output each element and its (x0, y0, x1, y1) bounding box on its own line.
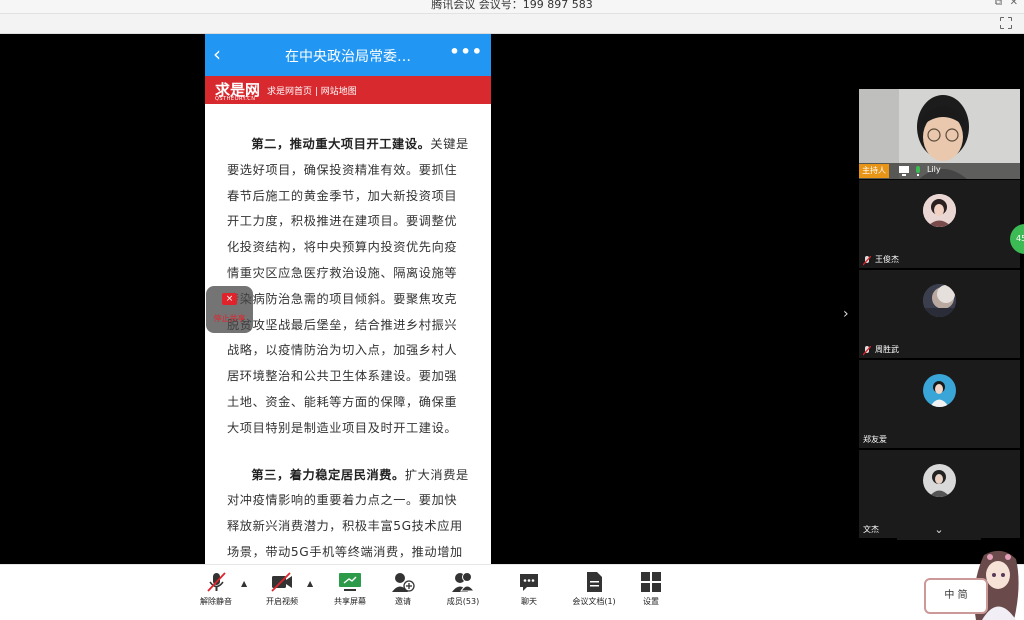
expand-panel-icon[interactable]: › (843, 306, 849, 322)
article-body: 第二，推动重大项目开工建设。关键是要选好项目，确保投资精准有效。要抓住春节后施工… (205, 104, 491, 564)
screen-share-icon (899, 166, 909, 176)
avatar (923, 284, 956, 317)
host-video-tile[interactable]: 主持人 Lily (859, 89, 1020, 179)
settings-label: 设置 (643, 597, 659, 606)
members-button[interactable]: 成员(53) (433, 571, 493, 607)
back-icon[interactable]: ‹ (213, 42, 221, 66)
paragraph-text: 关键是要选好项目，确保投资精准有效。要抓住春节后施工的黄金季节，加大新投资项目开… (227, 137, 469, 435)
site-banner: 求是网 QSTHEORY.CN 求是网首页 | 网站地图 (205, 76, 491, 104)
participant-tile[interactable]: 周胜武 (859, 270, 1020, 358)
start-video-button[interactable]: 开启视频 (252, 571, 312, 607)
mic-muted-icon (863, 346, 871, 356)
chat-icon (520, 574, 538, 591)
share-screen-label: 共享屏幕 (334, 597, 366, 606)
invite-label: 邀请 (395, 597, 411, 606)
members-icon (452, 572, 475, 592)
invite-icon (392, 573, 415, 592)
audio-options-icon[interactable]: ▲ (241, 579, 247, 588)
participant-name: 文杰 (863, 525, 879, 534)
article-paragraph: 第三，着力稳定居民消费。扩大消费是对冲疫情影响的重要着力点之一。要加快释放新兴消… (227, 463, 469, 564)
site-links[interactable]: 求是网首页 | 网站地图 (267, 84, 357, 97)
paragraph-heading: 第三，着力稳定居民消费。 (251, 467, 405, 482)
avatar (923, 194, 956, 227)
window-titlebar: 腾讯会议 会议号：199 897 583 ⧉ ✕ (0, 0, 1024, 14)
host-label-bar: 主持人 Lily (859, 163, 1020, 179)
fullscreen-icon[interactable] (999, 16, 1013, 30)
unmute-button[interactable]: 解除静音 (186, 571, 246, 607)
article-paragraph: 第二，推动重大项目开工建设。关键是要选好项目，确保投资精准有效。要抓住春节后施工… (227, 132, 469, 442)
share-screen-button[interactable]: 共享屏幕 (320, 571, 380, 607)
start-video-label: 开启视频 (266, 597, 298, 606)
settings-icon (641, 572, 661, 592)
mic-icon (916, 166, 920, 176)
participant-name: 周胜武 (875, 345, 899, 354)
members-label: 成员(53) (446, 597, 480, 606)
stop-share-button[interactable]: × 停止共享 (206, 286, 253, 333)
share-screen-icon (339, 573, 361, 591)
mic-muted-icon (863, 256, 871, 266)
participant-name: 王俊杰 (875, 255, 899, 264)
language-switch[interactable]: 中 简 (924, 578, 988, 614)
host-badge: 主持人 (859, 164, 889, 178)
mic-muted-icon (207, 572, 226, 592)
meeting-docs-label: 会议文档(1) (572, 597, 616, 606)
chat-label: 聊天 (521, 597, 537, 606)
collapse-panel-button[interactable]: ⌄ (897, 520, 981, 540)
participant-name: 郑友爱 (863, 435, 887, 444)
stop-icon: × (222, 293, 237, 305)
paragraph-text: 扩大消费是对冲疫情影响的重要着力点之一。要加快释放新兴消费潜力，积极丰富5G技术… (227, 467, 469, 559)
participant-tile[interactable]: 王俊杰 (859, 180, 1020, 268)
document-icon (587, 572, 602, 592)
site-logo-sub: QSTHEORY.CN (215, 96, 256, 102)
chevron-down-icon: ⌄ (934, 523, 944, 536)
participant-tile[interactable]: 郑友爱 (859, 360, 1020, 448)
close-icon[interactable]: ✕ (1010, 0, 1018, 8)
avatar (923, 374, 956, 407)
paragraph-heading: 第二，推动重大项目开工建设。 (251, 137, 431, 151)
stop-share-label: 停止共享 (213, 314, 246, 323)
phone-header: ‹ 在中央政治局常委… ••• (205, 34, 491, 76)
host-name: Lily (927, 165, 941, 174)
avatar (923, 464, 956, 497)
phone-page-title: 在中央政治局常委… (285, 49, 411, 65)
camera-off-icon (271, 572, 292, 592)
restore-icon[interactable]: ⧉ (995, 0, 1002, 8)
invite-button[interactable]: 邀请 (373, 571, 433, 607)
video-options-icon[interactable]: ▲ (307, 579, 313, 588)
window-title: 腾讯会议 会议号：199 897 583 (431, 0, 593, 11)
settings-button[interactable]: 设置 (621, 571, 681, 607)
unmute-label: 解除静音 (200, 597, 232, 606)
more-icon[interactable]: ••• (449, 42, 483, 61)
meeting-toolbar: 解除静音 ▲ 开启视频 ▲ 共享屏幕 邀请 成员(53) 聊天 会议文档(1) … (0, 564, 1024, 620)
top-toolbar (0, 14, 1024, 34)
meeting-docs-button[interactable]: 会议文档(1) (564, 571, 624, 607)
chat-button[interactable]: 聊天 (499, 571, 559, 607)
